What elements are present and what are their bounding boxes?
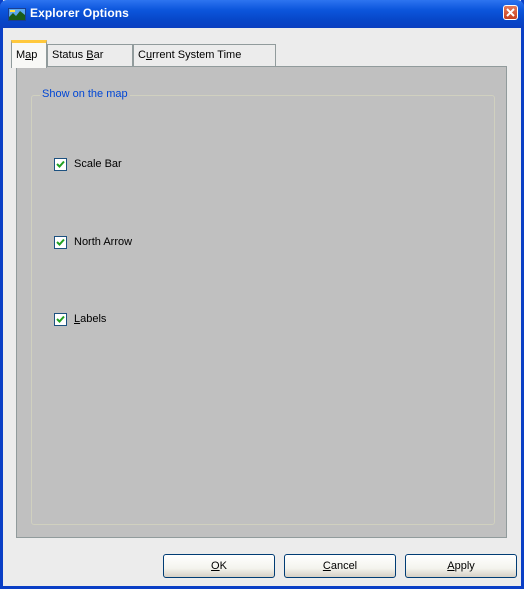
cancel-button[interactable]: Cancel bbox=[284, 554, 396, 578]
scale-bar-label: Scale Bar bbox=[74, 158, 122, 170]
explorer-app-icon bbox=[8, 6, 26, 22]
group-legend: Show on the map bbox=[40, 88, 130, 100]
tab-status-bar-label: Status Bar bbox=[52, 49, 104, 61]
ok-button[interactable]: OK bbox=[163, 554, 275, 578]
north-arrow-label: North Arrow bbox=[74, 236, 133, 248]
north-arrow-checkbox[interactable] bbox=[54, 236, 67, 249]
close-button[interactable] bbox=[503, 5, 518, 20]
checkmark-icon bbox=[56, 238, 65, 246]
title-bar[interactable]: Explorer Options bbox=[0, 0, 524, 28]
tab-current-system-time-label: Current System Time bbox=[138, 49, 242, 61]
tab-current-system-time[interactable]: Current System Time bbox=[133, 44, 276, 66]
apply-button[interactable]: Apply bbox=[405, 554, 517, 578]
map-tab-panel: Show on the map Scale Bar North Arrow La… bbox=[16, 66, 507, 538]
labels-label: Labels bbox=[74, 313, 107, 325]
dialog-button-bar: OK Cancel Apply bbox=[3, 538, 521, 586]
tab-map-label: Map bbox=[16, 49, 38, 61]
checkmark-icon bbox=[56, 315, 65, 323]
close-x-icon bbox=[506, 8, 515, 17]
scale-bar-checkbox[interactable] bbox=[54, 158, 67, 171]
labels-checkbox[interactable] bbox=[54, 313, 67, 326]
checkmark-icon bbox=[56, 160, 65, 168]
window-title: Explorer Options bbox=[30, 6, 129, 20]
tab-map[interactable]: Map bbox=[11, 40, 47, 68]
show-on-map-group: Show on the map Scale Bar North Arrow La… bbox=[31, 88, 495, 525]
tab-status-bar[interactable]: Status Bar bbox=[47, 44, 133, 66]
explorer-options-dialog: Explorer Options Map Status Bar Current … bbox=[0, 0, 524, 589]
